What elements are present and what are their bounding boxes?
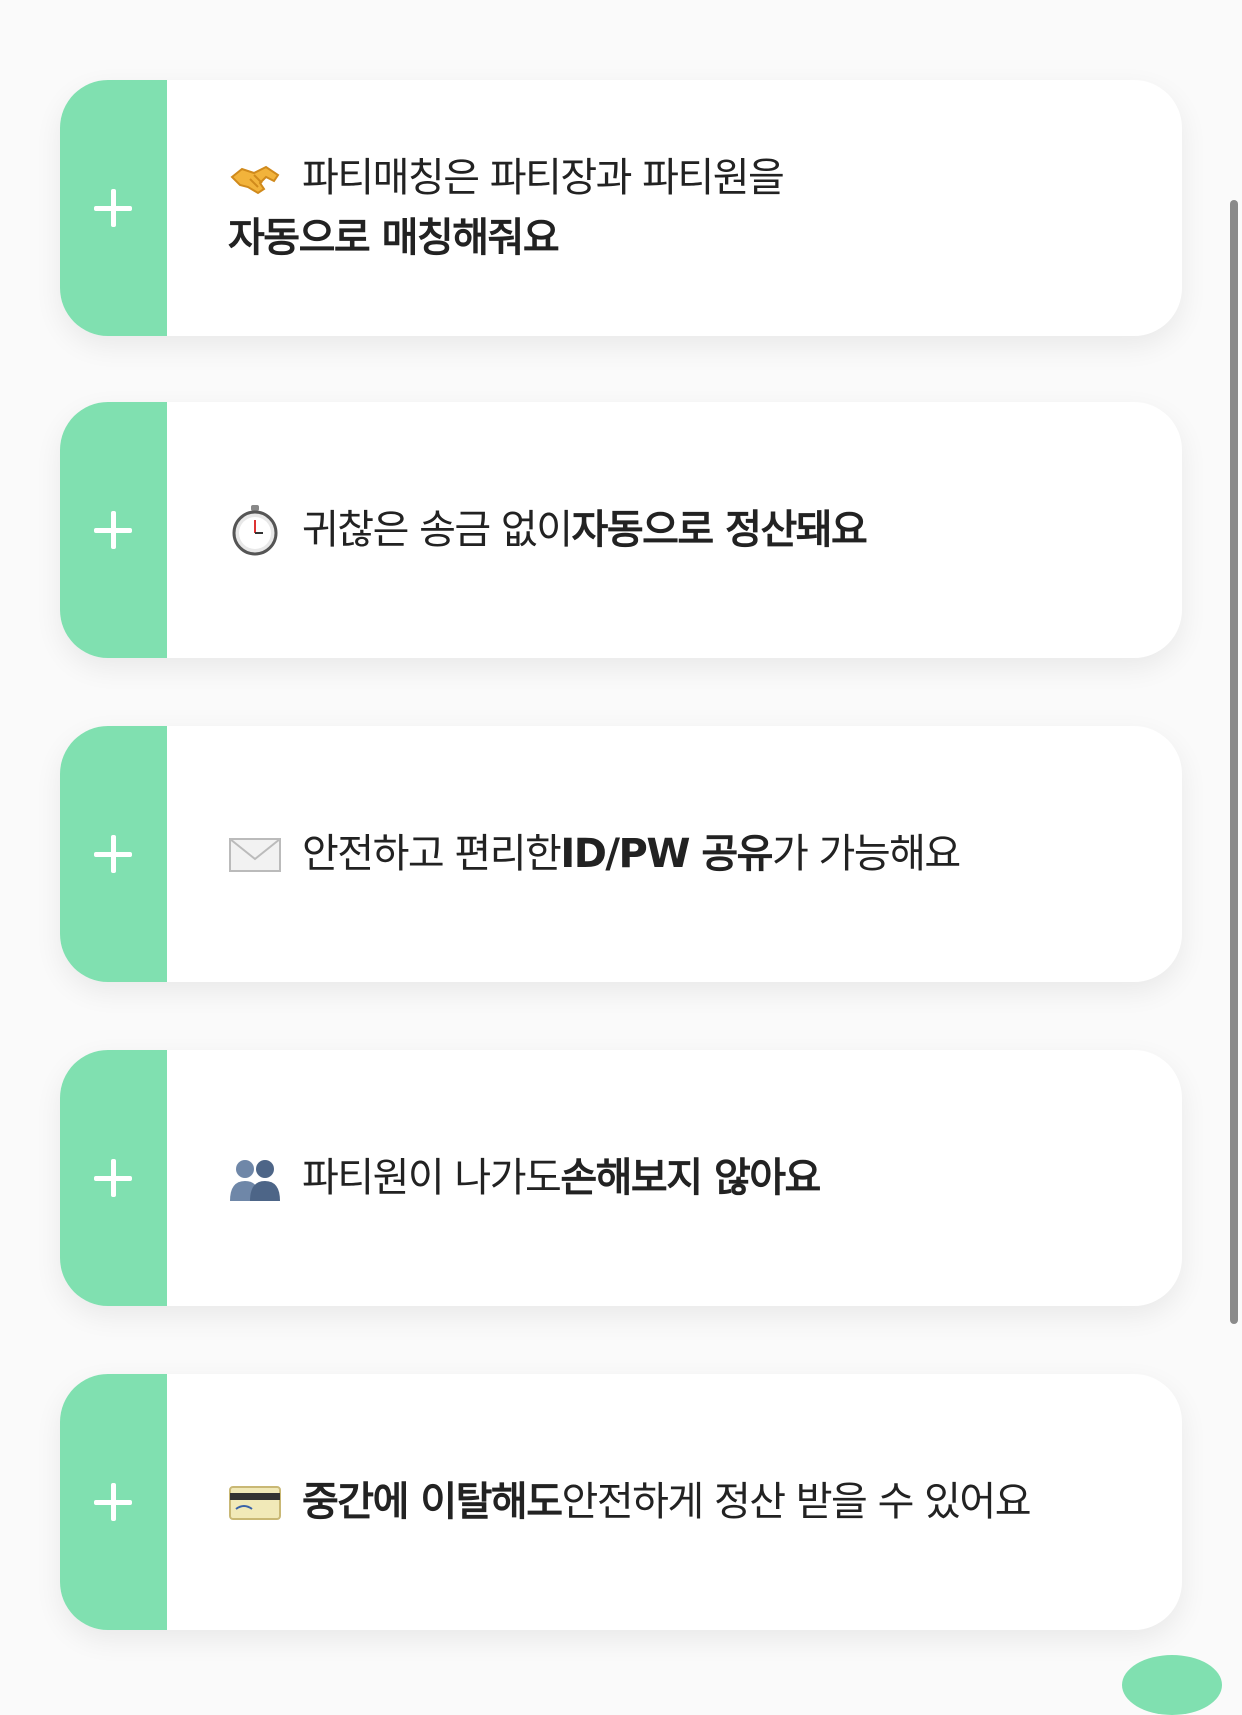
plus-icon	[94, 1483, 132, 1521]
floating-button-edge[interactable]	[1122, 1655, 1222, 1715]
feature-text: 귀찮은 송금 없이 자동으로 정산돼요	[228, 402, 1142, 658]
handshake-icon	[230, 165, 280, 195]
scrollbar[interactable]	[1230, 200, 1238, 1324]
plus-icon	[94, 511, 132, 549]
expand-tab[interactable]	[60, 402, 167, 658]
plus-icon	[94, 189, 132, 227]
stopwatch-icon	[232, 505, 278, 556]
feature-text-bold: 손해보지 않아요	[560, 1155, 821, 1201]
feature-card-no-loss[interactable]: 파티원이 나가도 손해보지 않아요	[60, 1050, 1182, 1306]
feature-card-id-pw-share[interactable]: 안전하고 편리한 ID/PW 공유 가 가능해요	[60, 726, 1182, 982]
people-icon	[230, 1160, 280, 1201]
feature-text-regular: 파티매칭은 파티장과 파티원을	[302, 155, 785, 201]
plus-icon	[94, 835, 132, 873]
envelope-icon	[229, 838, 281, 872]
feature-card-auto-matching[interactable]: 파티매칭은 파티장과 파티원을 자동으로 매칭해줘요	[60, 80, 1182, 336]
expand-tab[interactable]	[60, 1374, 167, 1630]
expand-tab[interactable]	[60, 80, 167, 336]
plus-icon	[94, 1159, 132, 1197]
feature-text-bold: ID/PW 공유	[560, 831, 773, 877]
feature-text: 파티원이 나가도 손해보지 않아요	[228, 1050, 1142, 1306]
expand-tab[interactable]	[60, 1050, 167, 1306]
feature-text-regular-2: 가 가능해요	[772, 831, 961, 877]
feature-card-safe-exit[interactable]: 중간에 이탈해도 안전하게 정산 받을 수 있어요	[60, 1374, 1182, 1630]
feature-text-regular: 귀찮은 송금 없이	[302, 507, 573, 553]
expand-tab[interactable]	[60, 726, 167, 982]
feature-text-regular: 파티원이 나가도	[302, 1155, 562, 1201]
feature-text-bold: 중간에 이탈해도	[302, 1479, 563, 1525]
credit-card-icon	[229, 1486, 281, 1520]
feature-text-bold: 자동으로 매칭해줘요	[228, 215, 560, 261]
feature-text: 파티매칭은 파티장과 파티원을 자동으로 매칭해줘요	[228, 80, 1142, 336]
feature-text-bold: 자동으로 정산돼요	[571, 507, 868, 553]
feature-text: 안전하고 편리한 ID/PW 공유 가 가능해요	[228, 726, 1142, 982]
feature-text-regular: 안전하고 편리한	[302, 831, 562, 877]
feature-text-regular: 안전하게 정산 받을 수 있어요	[561, 1479, 1032, 1525]
feature-card-auto-settlement[interactable]: 귀찮은 송금 없이 자동으로 정산돼요	[60, 402, 1182, 658]
feature-text: 중간에 이탈해도 안전하게 정산 받을 수 있어요	[228, 1374, 1142, 1630]
